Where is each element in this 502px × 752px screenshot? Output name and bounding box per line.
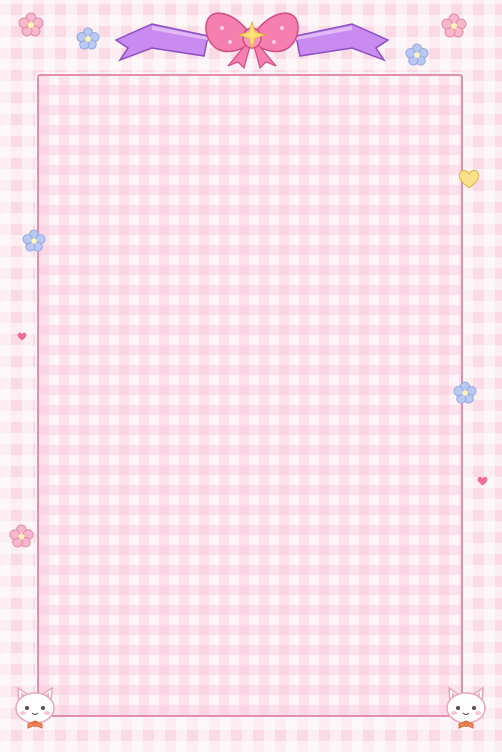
flower-icon bbox=[453, 381, 477, 405]
flower-icon bbox=[18, 12, 44, 38]
flower-icon bbox=[22, 229, 46, 253]
heart-icon bbox=[458, 169, 480, 189]
flower-icon bbox=[405, 43, 429, 67]
kitten-icon bbox=[443, 684, 489, 734]
writing-panel bbox=[37, 74, 463, 717]
heart-icon bbox=[477, 476, 488, 486]
kitten-icon bbox=[12, 684, 58, 734]
flower-icon bbox=[9, 524, 34, 549]
heart-icon bbox=[17, 332, 27, 341]
flower-icon bbox=[441, 13, 467, 39]
flower-icon bbox=[76, 27, 100, 51]
bow-ribbon-group bbox=[112, 4, 392, 70]
